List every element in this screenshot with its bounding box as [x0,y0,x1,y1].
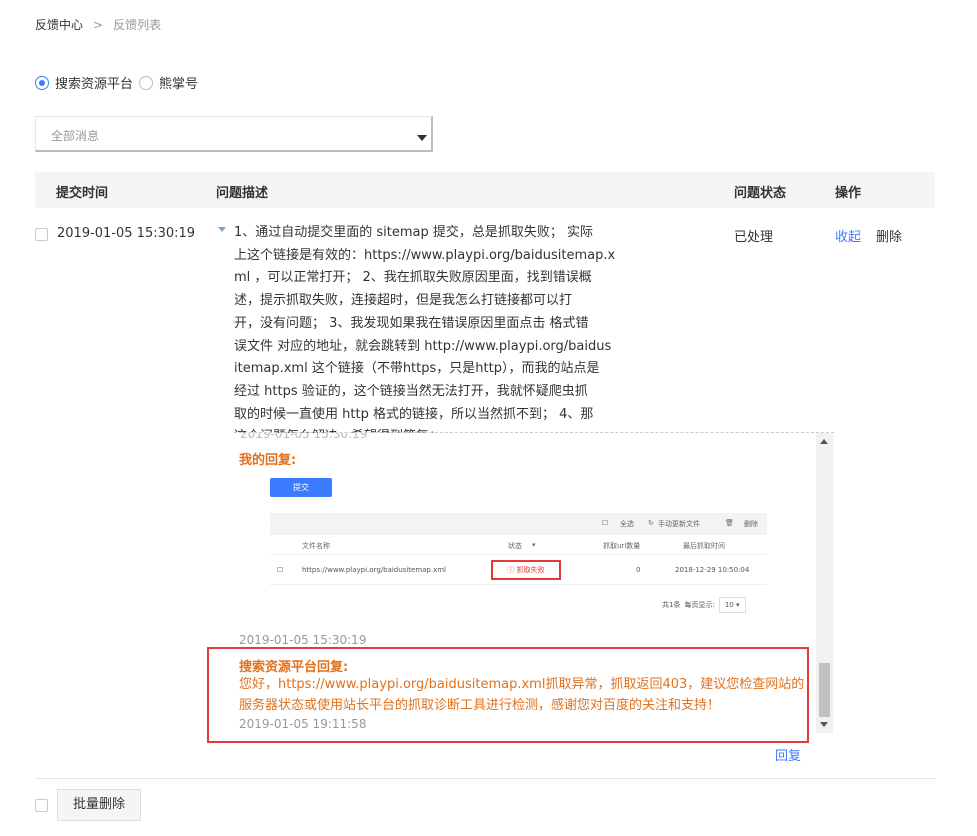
desc-line: 上这个链接是有效的：https://www.playpi.org/baidusi… [234,247,616,263]
desc-line: 开，没有问题； 3、我发现如果我在错误原因里面点击 格式错 [234,315,589,331]
screenshot-table-header: 文件名称 状态 ▾ 抓取url数量 最后抓取时间 [270,535,767,555]
reply-scrollbar[interactable] [816,433,833,733]
screenshot-file-url: https://www.playpi.org/baidusitemap.xml [302,566,447,574]
footer-divider [35,778,935,779]
row-status: 已处理 [734,230,774,245]
message-filter-select[interactable]: 全部消息 [35,116,433,152]
radio-xiongzhang-label[interactable]: 熊掌号 [159,73,198,92]
scroll-down-icon[interactable] [820,722,828,727]
row-submit-time: 2019-01-05 15:30:19 [57,226,196,241]
screenshot-col-file: 文件名称 [302,542,330,550]
platform-reply-body: 您好，https://www.playpi.org/baidusitemap.x… [239,677,805,713]
screenshot-submit-button: 提交 [270,478,332,497]
reply-link[interactable]: 回复 [775,745,801,764]
previous-reply-date: 2019-01-05 15:30:19 [240,433,368,441]
screenshot-pager: 共1条 每页显示: 10 ▾ [662,597,746,613]
desc-line: itemap.xml 这个链接（不带https，只是http），而我的站点是 [234,361,600,377]
trash-icon: 🗑 [725,519,734,527]
desc-line: ml ，可以正常打开； 2、我在抓取失败原因里面，找到错误概 [234,270,592,286]
screenshot-fail-status: ⓘ 抓取失败 [491,560,561,580]
platform-reply-date: 2019-01-05 19:11:58 [239,717,367,731]
screenshot-count: 0 [636,566,641,574]
row-checkbox[interactable] [35,228,48,241]
my-reply-date: 2019-01-05 15:30:19 [239,633,367,647]
scroll-thumb[interactable] [819,663,830,717]
screenshot-per-page: 每页显示: [684,601,715,609]
row-description: 1、通过自动提交里面的 sitemap 提交，总是抓取失败； 实际 上这个链接是… [234,222,624,449]
breadcrumb-feedback-center[interactable]: 反馈中心 [35,16,83,33]
radio-search-platform-label[interactable]: 搜索资源平台 [55,73,133,92]
screenshot-select-all: 全选 [620,520,634,528]
select-all-checkbox[interactable] [35,799,48,812]
screenshot-toolbar: ☐ 全选 ↻ 手动更新文件 🗑 删除 [270,513,767,535]
radio-search-platform[interactable] [35,75,49,90]
header-description: 问题描述 [216,186,269,201]
screenshot-per-page-select: 10 ▾ [718,597,746,613]
bulk-delete-button[interactable]: 批量删除 [57,789,141,821]
attached-screenshot: 提交 ☐ 全选 ↻ 手动更新文件 🗑 删除 文件名称 状态 ▾ 抓取url数量 … [234,463,819,633]
header-status: 问题状态 [734,186,787,201]
screenshot-per-page-value: 10 [724,601,734,609]
header-submit-time: 提交时间 [56,186,109,201]
screenshot-delete: 删除 [744,520,758,528]
platform-reply-title: 搜索资源平台回复: [239,660,349,675]
desc-line: 述，提示抓取失败，连接超时，但是我怎么打链接都可以打 [234,293,573,309]
collapse-link[interactable]: 收起 [835,226,861,245]
breadcrumb-feedback-list: 反馈列表 [113,18,162,32]
scroll-up-icon[interactable] [820,439,828,444]
breadcrumb: 反馈中心 > 反馈列表 [35,16,161,33]
screenshot-col-status: 状态 [508,542,522,550]
chevron-down-icon[interactable] [417,135,427,141]
desc-line: 经过 https 验证的，这个链接当然无法打开，我就怀疑爬虫抓 [234,383,588,399]
checkbox-icon: ☐ [602,519,609,527]
radio-xiongzhang[interactable] [139,75,154,90]
caret-down-icon[interactable] [218,227,226,232]
desc-line: 1、通过自动提交里面的 sitemap 提交，总是抓取失败； 实际 [234,225,594,240]
breadcrumb-separator: > [93,17,104,32]
delete-link[interactable]: 删除 [876,226,902,245]
screenshot-col-last: 最后抓取时间 [683,542,725,550]
desc-line: 误文件 对应的地址，就会跳转到 http://www.playpi.org/ba… [234,338,612,354]
chevron-down-icon: ▾ [532,541,536,549]
message-filter-value: 全部消息 [51,129,100,143]
screenshot-manual-update: 手动更新文件 [658,520,700,528]
table-header: 提交时间 问题描述 问题状态 操作 [35,172,935,208]
source-radio-group: 搜索资源平台 熊掌号 [35,73,204,92]
refresh-icon: ↻ [648,519,654,527]
screenshot-last-time: 2018-12-29 10:50:04 [675,566,750,574]
screenshot-table-row: ☐ https://www.playpi.org/baidusitemap.xm… [270,555,767,585]
header-actions: 操作 [835,186,862,201]
checkbox-icon: ☐ [277,566,284,574]
screenshot-col-count: 抓取url数量 [603,542,641,550]
screenshot-total: 共1条 [662,601,681,609]
desc-line: 取的时候一直使用 http 格式的链接，所以当然抓不到； 4、那 [234,406,594,422]
